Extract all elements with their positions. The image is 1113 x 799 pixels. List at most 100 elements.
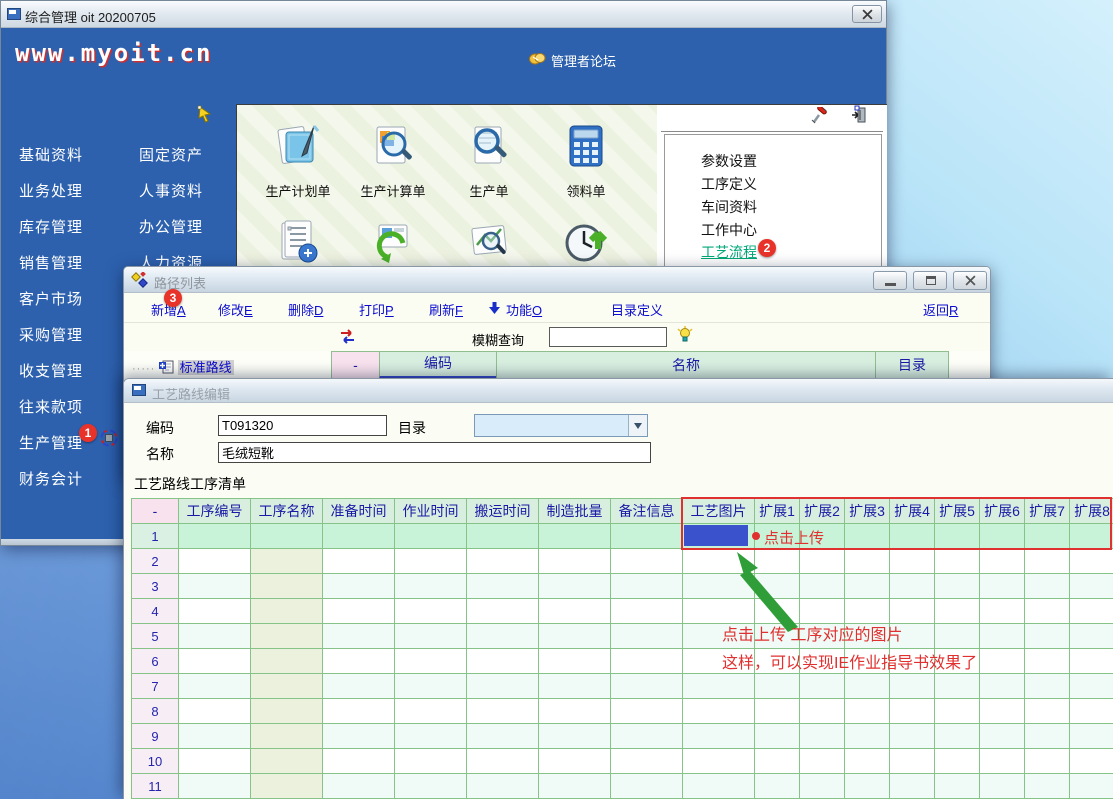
toolbar-directory-define-button[interactable]: 目录定义 (611, 300, 663, 319)
table-cell[interactable] (611, 649, 683, 674)
table-cell[interactable] (467, 674, 539, 699)
sidebar-item-inventory[interactable]: 库存管理 (19, 216, 83, 237)
table-cell[interactable] (1070, 774, 1113, 799)
table-cell[interactable] (539, 624, 611, 649)
sidebar-item-office[interactable]: 办公管理 (139, 216, 203, 237)
table-cell[interactable] (980, 574, 1025, 599)
table-cell[interactable] (935, 724, 980, 749)
table-cell[interactable] (980, 674, 1025, 699)
table-cell[interactable] (1070, 649, 1113, 674)
table-cell[interactable] (251, 674, 323, 699)
table-cell[interactable] (539, 674, 611, 699)
table-cell[interactable] (467, 774, 539, 799)
row-number[interactable]: 3 (131, 574, 179, 599)
route-edit-titlebar[interactable]: 工艺路线编辑 (124, 379, 1113, 403)
table-cell[interactable] (845, 724, 890, 749)
table-cell[interactable] (1025, 549, 1070, 574)
table-cell[interactable] (323, 549, 395, 574)
table-cell[interactable] (683, 774, 755, 799)
table-cell[interactable] (890, 524, 935, 549)
analysis-button[interactable] (443, 219, 535, 272)
sidebar-item-hr-files[interactable]: 人事资料 (139, 180, 203, 201)
table-cell[interactable] (935, 674, 980, 699)
table-cell[interactable] (395, 724, 467, 749)
table-cell[interactable] (611, 599, 683, 624)
table-cell[interactable] (539, 699, 611, 724)
toolbar-function-button[interactable]: 功能O (506, 300, 542, 319)
main-titlebar[interactable]: 综合管理 oit 20200705 (1, 1, 886, 28)
production-calc-button[interactable]: 生产计算单 (347, 122, 439, 200)
table-cell[interactable] (890, 699, 935, 724)
row-number[interactable]: 4 (131, 599, 179, 624)
table-cell[interactable] (935, 574, 980, 599)
row-number[interactable]: 7 (131, 674, 179, 699)
table-cell[interactable] (179, 574, 251, 599)
table-cell[interactable] (683, 749, 755, 774)
table-cell[interactable] (251, 624, 323, 649)
table-cell[interactable] (1070, 724, 1113, 749)
table-cell[interactable] (539, 649, 611, 674)
table-cell[interactable] (179, 599, 251, 624)
table-cell[interactable] (611, 699, 683, 724)
table-cell[interactable] (935, 524, 980, 549)
table-cell[interactable] (755, 724, 800, 749)
table-cell[interactable] (611, 749, 683, 774)
tree-item-standard-route[interactable]: ····· 标准路线 (132, 357, 234, 376)
minimize-button[interactable] (873, 271, 907, 290)
table-cell[interactable] (1025, 599, 1070, 624)
menu-item-workcenter[interactable]: 工作中心 (701, 220, 757, 240)
table-cell[interactable] (251, 599, 323, 624)
table-cell[interactable] (890, 574, 935, 599)
sidebar-item-payments[interactable]: 收支管理 (19, 360, 83, 381)
fuzzy-search-input[interactable] (549, 327, 667, 347)
menu-item-parameters[interactable]: 参数设置 (701, 151, 757, 171)
table-cell[interactable] (395, 649, 467, 674)
table-cell[interactable] (179, 624, 251, 649)
table-cell[interactable] (539, 549, 611, 574)
table-cell[interactable] (980, 599, 1025, 624)
table-cell[interactable] (683, 674, 755, 699)
table-cell[interactable] (251, 724, 323, 749)
production-plan-button[interactable]: 生产计划单 (252, 122, 344, 200)
table-cell[interactable] (1025, 574, 1070, 599)
toolbar-print-button[interactable]: 打印P (359, 300, 394, 319)
table-cell[interactable] (980, 624, 1025, 649)
table-cell[interactable] (395, 749, 467, 774)
table-cell[interactable] (251, 774, 323, 799)
table-cell[interactable] (467, 549, 539, 574)
table-cell[interactable] (890, 674, 935, 699)
table-cell[interactable] (323, 624, 395, 649)
table-cell[interactable] (755, 774, 800, 799)
table-cell[interactable] (467, 599, 539, 624)
swap-icon[interactable] (339, 329, 356, 344)
table-cell[interactable] (1070, 624, 1113, 649)
table-cell[interactable] (890, 749, 935, 774)
row-number[interactable]: 8 (131, 699, 179, 724)
table-cell[interactable] (539, 774, 611, 799)
row-number[interactable]: 1 (131, 524, 179, 549)
toolbar-return-button[interactable]: 返回R (923, 300, 958, 319)
table-cell[interactable] (467, 749, 539, 774)
table-cell[interactable] (845, 524, 890, 549)
table-cell[interactable] (800, 724, 845, 749)
table-cell[interactable] (800, 699, 845, 724)
table-cell[interactable] (845, 749, 890, 774)
table-cell[interactable] (980, 699, 1025, 724)
table-cell[interactable] (179, 674, 251, 699)
table-cell[interactable] (251, 524, 323, 549)
transfer-doc-button[interactable] (347, 219, 439, 272)
table-cell[interactable] (395, 674, 467, 699)
table-cell[interactable] (467, 724, 539, 749)
table-cell[interactable] (800, 774, 845, 799)
list-col-code[interactable]: 编码 (379, 351, 496, 379)
table-cell[interactable] (935, 599, 980, 624)
menu-item-workshop[interactable]: 车间资料 (701, 197, 757, 217)
report-list-button[interactable] (252, 219, 344, 272)
table-cell[interactable] (980, 649, 1025, 674)
table-cell[interactable] (323, 599, 395, 624)
close-dialog-button[interactable] (953, 271, 987, 290)
tools-icon[interactable] (811, 107, 829, 125)
table-cell[interactable] (323, 674, 395, 699)
time-record-button[interactable] (540, 219, 632, 272)
table-cell[interactable] (251, 549, 323, 574)
